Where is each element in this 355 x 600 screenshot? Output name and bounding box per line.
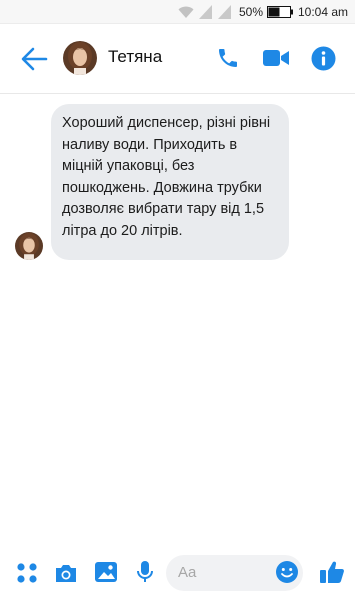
apps-icon[interactable] bbox=[16, 562, 38, 584]
battery-percent: 50% bbox=[239, 5, 264, 19]
signal-icon bbox=[199, 5, 212, 19]
signal-icon bbox=[218, 5, 231, 19]
camera-icon[interactable] bbox=[54, 562, 78, 584]
conversation-header: Тетяна bbox=[0, 24, 355, 94]
status-bar: 50% 10:04 am bbox=[0, 0, 355, 24]
message-composer: Aa bbox=[0, 548, 355, 600]
microphone-icon[interactable] bbox=[135, 560, 155, 584]
thumbs-up-icon[interactable] bbox=[319, 559, 345, 585]
video-camera-icon[interactable] bbox=[263, 47, 289, 69]
message-input-placeholder: Aa bbox=[178, 564, 197, 581]
clock: 10:04 am bbox=[298, 5, 349, 19]
phone-icon[interactable] bbox=[216, 46, 240, 70]
sender-avatar[interactable] bbox=[15, 232, 43, 260]
battery-icon bbox=[267, 6, 293, 18]
wifi-icon bbox=[178, 6, 194, 18]
info-icon[interactable] bbox=[311, 46, 336, 71]
back-arrow-icon[interactable] bbox=[20, 46, 48, 72]
message-bubble[interactable]: Хороший диспенсер, різні рівні наливу во… bbox=[51, 104, 289, 260]
avatar[interactable] bbox=[63, 41, 97, 75]
contact-name[interactable]: Тетяна bbox=[108, 47, 162, 67]
gallery-icon[interactable] bbox=[94, 561, 118, 583]
emoji-icon[interactable] bbox=[275, 560, 299, 584]
